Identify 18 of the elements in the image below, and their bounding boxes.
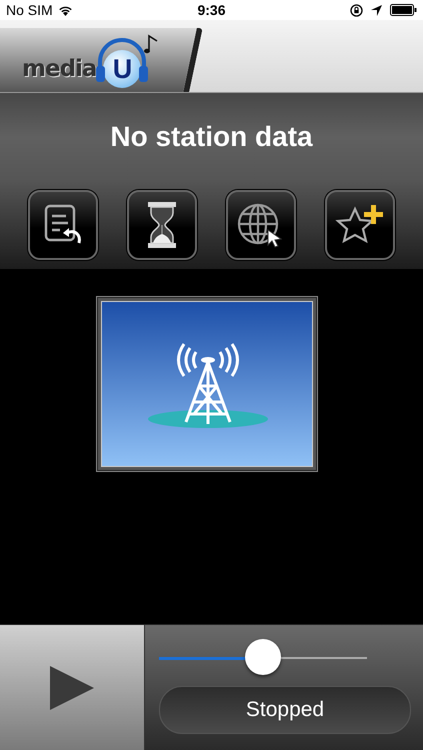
- carrier-label: No SIM: [6, 2, 53, 18]
- play-button[interactable]: [0, 625, 145, 750]
- battery-icon: [390, 4, 417, 16]
- wifi-icon: [58, 4, 73, 16]
- clock-time: 9:36: [197, 2, 226, 18]
- play-icon: [48, 664, 96, 712]
- history-button[interactable]: [28, 190, 98, 260]
- slider-thumb[interactable]: [245, 639, 281, 675]
- hourglass-icon: [147, 201, 178, 249]
- radio-tower-icon: [101, 301, 313, 467]
- station-title: No station data: [110, 121, 313, 153]
- timer-button[interactable]: [127, 190, 198, 260]
- favorite-button[interactable]: [324, 190, 395, 260]
- web-button[interactable]: [226, 190, 296, 260]
- playback-status: Stopped: [159, 686, 411, 734]
- rotation-lock-icon: [350, 4, 363, 16]
- logo-text: media: [22, 56, 96, 82]
- location-arrow-icon: [371, 4, 382, 16]
